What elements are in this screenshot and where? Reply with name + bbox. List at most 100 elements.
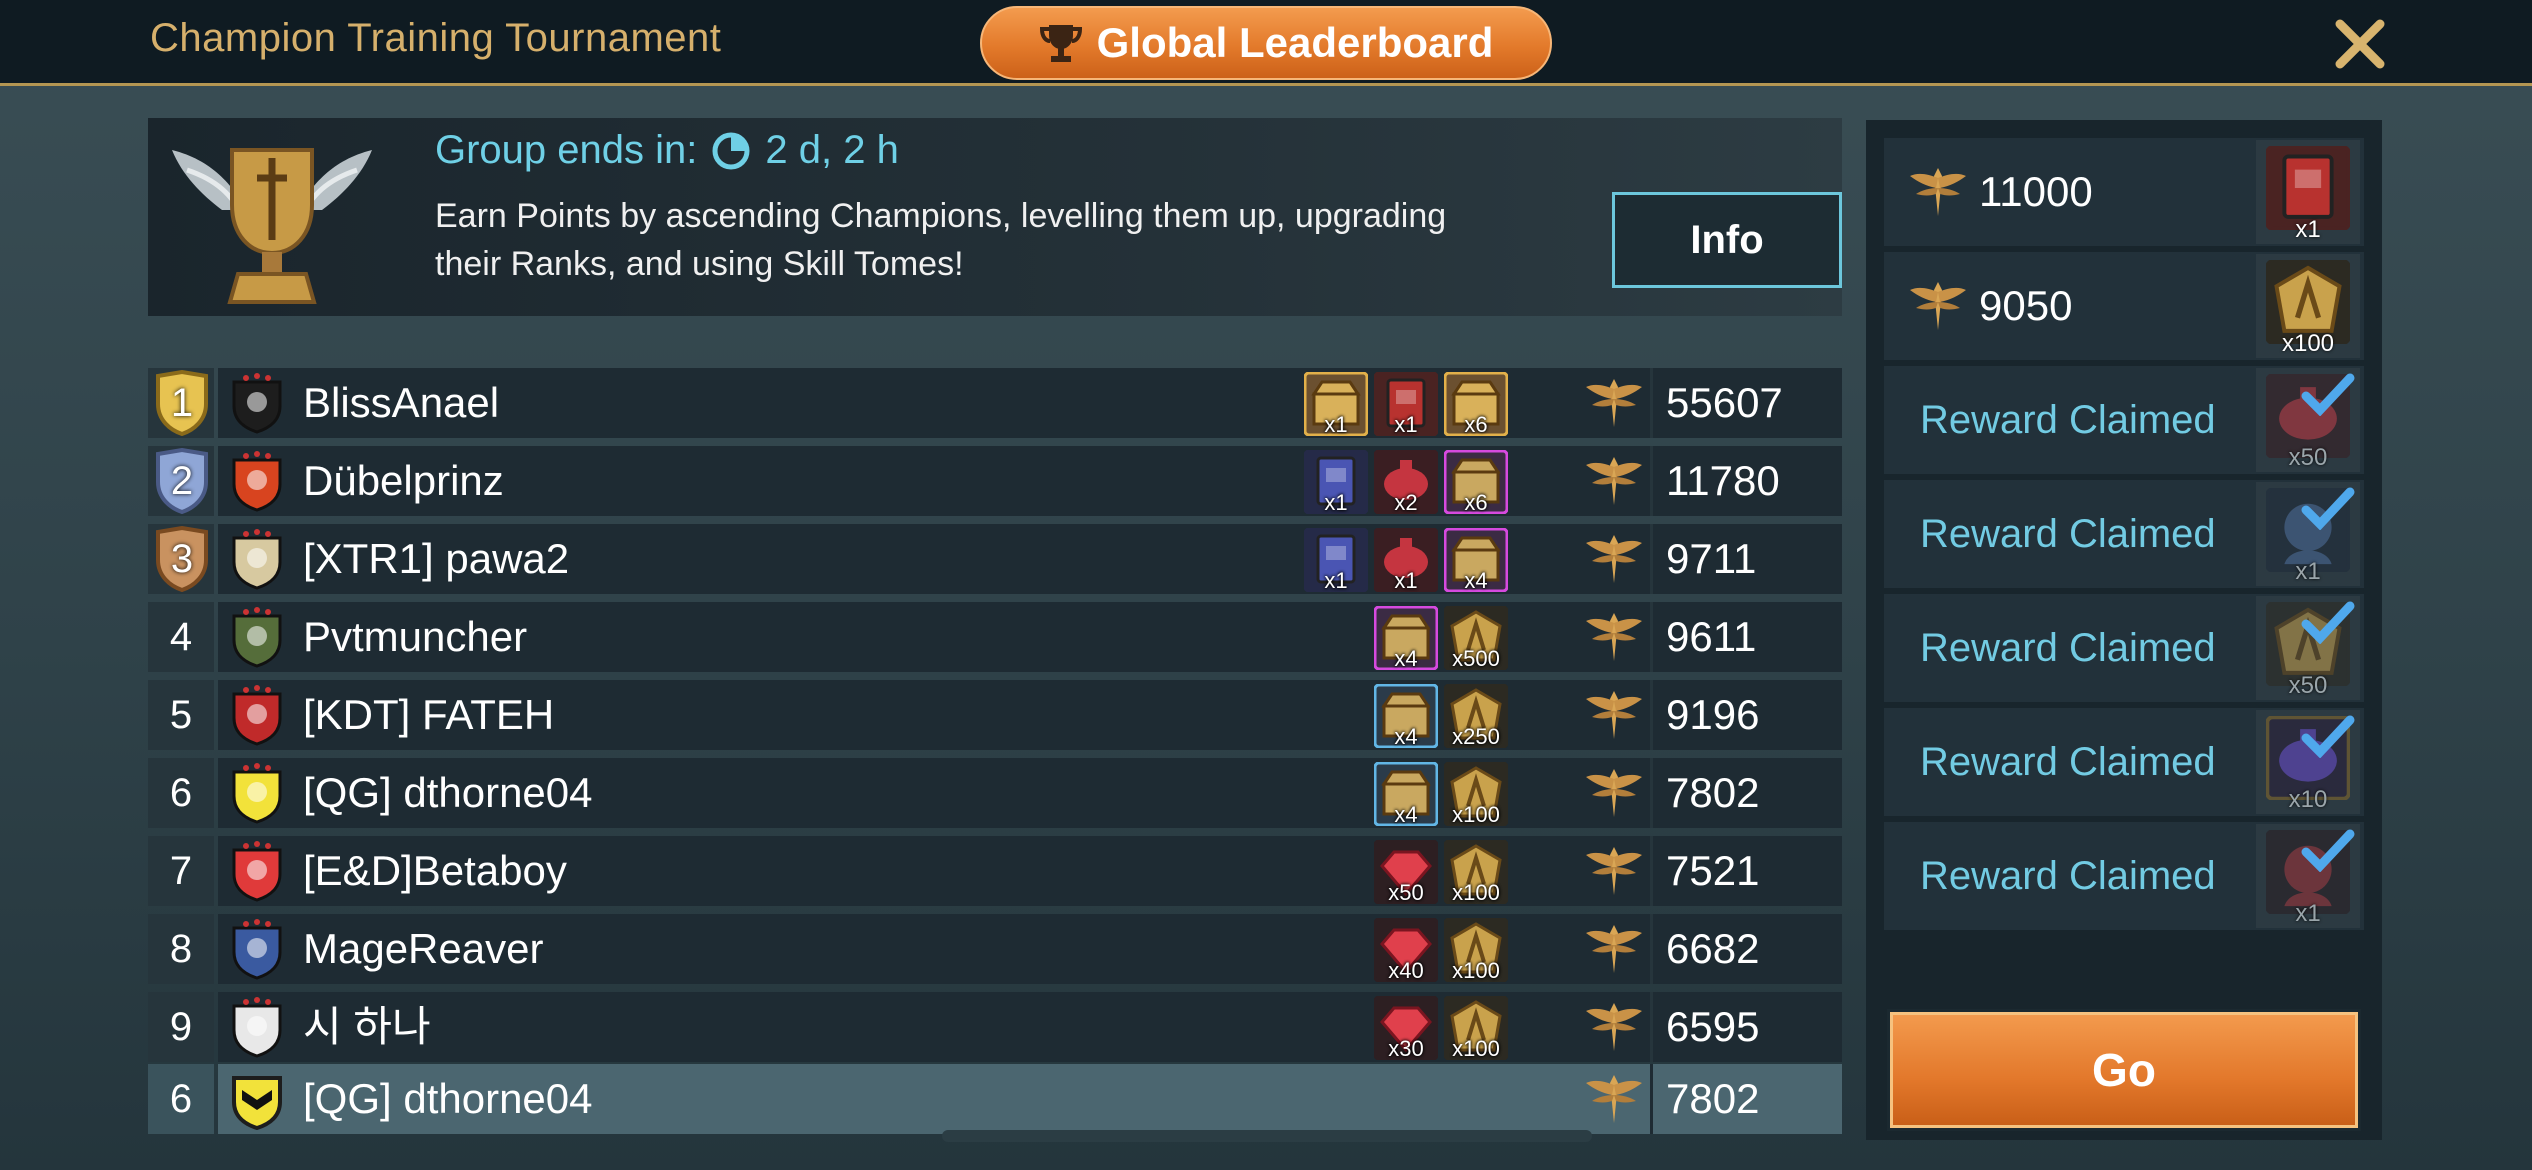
milestone-reward[interactable]: x100 [2256, 254, 2360, 358]
reward-list: x1 x1 x4 [218, 527, 1578, 593]
milestone-reward[interactable]: x1 [2256, 824, 2360, 928]
reward-item[interactable]: x30 [1373, 995, 1439, 1061]
reward-item[interactable]: x1 [1303, 527, 1369, 593]
score-cell: 9196 [1584, 680, 1842, 750]
points-icon [1586, 925, 1642, 973]
current-player-name: [QG] dthorne04 [303, 1075, 593, 1122]
reward-list: x4 x500 [218, 605, 1578, 671]
milestone-row[interactable]: 11000 x1 [1884, 138, 2364, 246]
reward-item[interactable]: x1 [1373, 527, 1439, 593]
leaderboard-row[interactable]: 4 Pvtmuncher x4 x500 9611 [148, 602, 1842, 672]
reward-item[interactable]: x6 [1443, 371, 1509, 437]
milestone-reward[interactable]: x50 [2256, 368, 2360, 472]
milestone-claimed-row[interactable]: Reward Claimed x50 [1884, 366, 2364, 474]
player-score: 9711 [1666, 535, 1757, 582]
reward-item[interactable]: x2 [1373, 449, 1439, 515]
milestone-reward-quantity: x10 [2288, 786, 2328, 813]
reward-item[interactable]: x50 [1373, 839, 1439, 905]
rank-number: 5 [169, 692, 193, 737]
reward-item[interactable]: x100 [1443, 761, 1509, 827]
reward-item[interactable]: x1 [1303, 371, 1369, 437]
reward-quantity: x1 [1324, 412, 1348, 437]
rank-cell: 3 [148, 524, 214, 594]
reward-quantity: x4 [1394, 724, 1418, 749]
milestone-reward[interactable]: x10 [2256, 710, 2360, 814]
reward-quantity: x30 [1388, 1036, 1424, 1061]
milestone-reward[interactable]: x50 [2256, 596, 2360, 700]
reward-quantity: x4 [1464, 568, 1488, 593]
top-bar: Champion Training Tournament Global Lead… [0, 0, 2532, 86]
close-icon[interactable] [2330, 16, 2390, 72]
points-icon [1910, 168, 1966, 216]
score-cell: 7802 [1584, 758, 1842, 828]
reward-item[interactable]: x4 [1373, 761, 1439, 827]
reward-quantity: x1 [1394, 568, 1418, 593]
rank-cell: 8 [148, 914, 214, 984]
leaderboard-row[interactable]: 9 시 하나 x30 x100 6595 [148, 992, 1842, 1062]
current-player-row: 6 [QG] dthorne04 7802 [148, 1064, 1842, 1134]
milestone-reward[interactable]: x1 [2256, 140, 2360, 244]
points-icon [1586, 1003, 1642, 1051]
reward-item[interactable]: x100 [1443, 917, 1509, 983]
rank-number: 3 [170, 536, 194, 581]
checkmark-icon [2301, 373, 2355, 416]
current-player-rank: 6 [148, 1064, 214, 1134]
milestone-points: 11000 [1979, 168, 2093, 215]
reward-item[interactable]: x4 [1373, 605, 1439, 671]
player-score: 11780 [1666, 457, 1780, 504]
milestone-reward-quantity: x100 [2281, 330, 2335, 357]
info-button[interactable]: Info [1612, 192, 1842, 288]
checkmark-icon [2301, 601, 2355, 644]
score-cell: 9611 [1584, 602, 1842, 672]
reward-quantity: x100 [1452, 880, 1500, 905]
reward-item[interactable]: x250 [1443, 683, 1509, 749]
leaderboard-row[interactable]: 2 Dübelprinz x1 x2 x6 11780 [148, 446, 1842, 516]
rank-number: 4 [169, 614, 193, 659]
rank-cell: 5 [148, 680, 214, 750]
rank-number: 8 [169, 926, 193, 971]
leaderboard-row[interactable]: 3 [XTR1] pawa2 x1 x1 x4 9711 [148, 524, 1842, 594]
leaderboard-row[interactable]: 5 [KDT] FATEH x4 x250 9196 [148, 680, 1842, 750]
leaderboard-row[interactable]: 1 BlissAnael x1 x1 x6 55607 [148, 368, 1842, 438]
reward-item[interactable]: x4 [1373, 683, 1439, 749]
reward-list: x30 x100 [218, 995, 1578, 1061]
milestone-row[interactable]: 9050 x100 [1884, 252, 2364, 360]
reward-item[interactable]: x100 [1443, 995, 1509, 1061]
reward-quantity: x6 [1464, 490, 1488, 515]
group-ends-text: Group ends in: 2 d, 2 h [435, 128, 899, 173]
milestone-claimed-row[interactable]: Reward Claimed x1 [1884, 480, 2364, 588]
reward-item[interactable]: x40 [1373, 917, 1439, 983]
milestone-claimed-row[interactable]: Reward Claimed x10 [1884, 708, 2364, 816]
global-leaderboard-button[interactable]: Global Leaderboard [980, 6, 1552, 80]
rank-cell: 9 [148, 992, 214, 1062]
rank-number: 6 [169, 770, 193, 815]
rank-number: 2 [170, 458, 194, 503]
player-score: 7802 [1666, 769, 1760, 816]
reward-quantity: x40 [1388, 958, 1424, 983]
milestone-reward[interactable]: x1 [2256, 482, 2360, 586]
rank-cell: 7 [148, 836, 214, 906]
reward-item[interactable]: x1 [1303, 449, 1369, 515]
checkmark-icon [2301, 715, 2355, 758]
reward-item[interactable]: x6 [1443, 449, 1509, 515]
leaderboard-row[interactable]: 7 [E&D]Betaboy x50 x100 7521 [148, 836, 1842, 906]
checkmark-icon [2301, 829, 2355, 872]
leaderboard-row[interactable]: 8 MageReaver x40 x100 6682 [148, 914, 1842, 984]
milestone-reward-quantity: x50 [2288, 444, 2328, 471]
scroll-indicator[interactable] [942, 1130, 1592, 1142]
current-player-score: 7802 [1666, 1075, 1760, 1122]
reward-item[interactable]: x500 [1443, 605, 1509, 671]
reward-item[interactable]: x4 [1443, 527, 1509, 593]
reward-item[interactable]: x1 [1373, 371, 1439, 437]
score-cell: 6595 [1584, 992, 1842, 1062]
reward-item[interactable]: x100 [1443, 839, 1509, 905]
reward-list: x4 x250 [218, 683, 1578, 749]
go-button[interactable]: Go [1890, 1012, 2358, 1128]
points-icon [1910, 282, 1966, 330]
milestone-claimed-row[interactable]: Reward Claimed x50 [1884, 594, 2364, 702]
milestone-reward-quantity: x50 [2288, 672, 2328, 699]
milestone-claimed-row[interactable]: Reward Claimed x1 [1884, 822, 2364, 930]
points-icon [1586, 691, 1642, 739]
player-score: 6595 [1666, 1003, 1760, 1050]
leaderboard-row[interactable]: 6 [QG] dthorne04 x4 x100 7802 [148, 758, 1842, 828]
